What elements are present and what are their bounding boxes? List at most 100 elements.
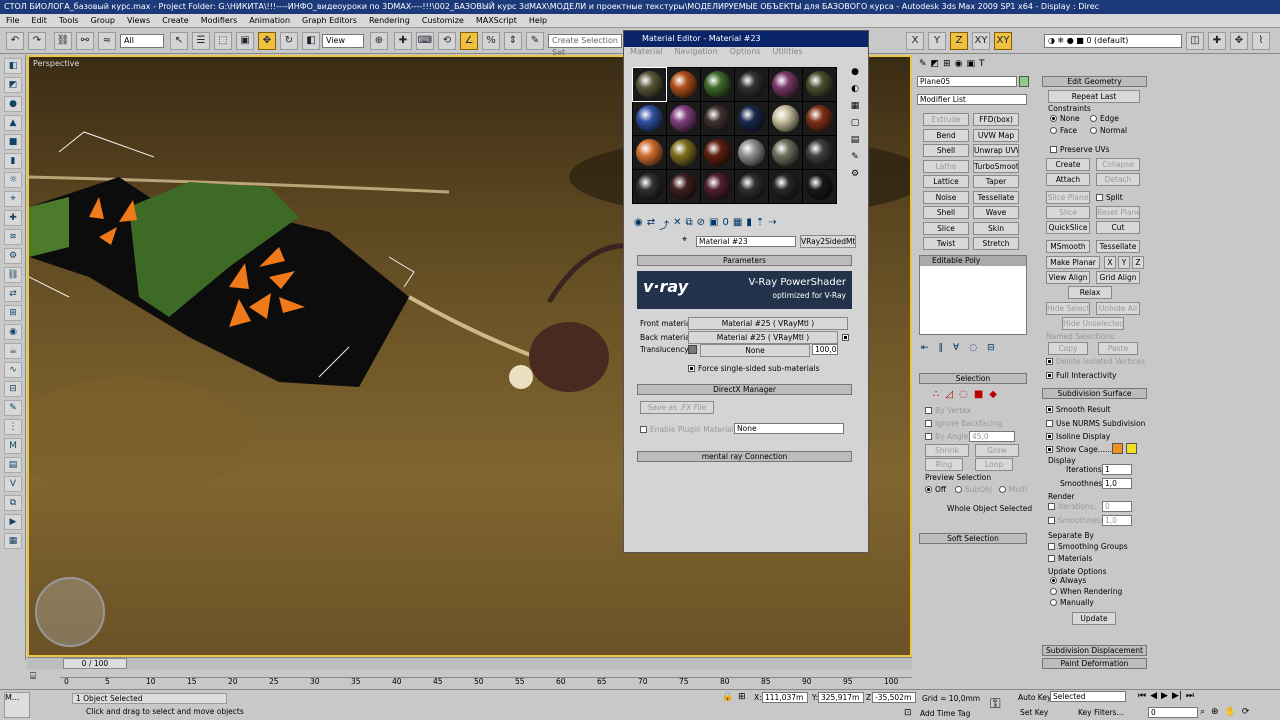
lock-icon[interactable]: 🔒	[722, 692, 733, 702]
paint-icon[interactable]: ✎	[4, 400, 22, 416]
zoom-all-icon[interactable]: ⊕	[1211, 707, 1219, 717]
system-icon[interactable]: ⚙	[4, 248, 22, 264]
sample-slot[interactable]	[803, 136, 836, 169]
pivot-center-icon[interactable]: ⊕	[370, 32, 388, 50]
object-color-swatch[interactable]	[1019, 76, 1029, 87]
key-mode-dropdown[interactable]: Selected	[1050, 691, 1126, 702]
unlink-icon[interactable]: ⚯	[76, 32, 94, 50]
set-key-button[interactable]: Set Key	[1020, 708, 1048, 717]
camera-icon[interactable]: ⌖	[4, 191, 22, 207]
translucency-map-button[interactable]: None	[700, 344, 810, 357]
modifier-button-turbosmooth[interactable]: TurboSmooth	[973, 159, 1019, 173]
cut-button[interactable]: Cut	[1096, 221, 1140, 234]
sample-slot[interactable]	[769, 68, 802, 101]
pick-icon[interactable]: ⌖	[682, 235, 687, 245]
assign-material-icon[interactable]: ⤴	[659, 217, 669, 233]
next-frame-icon[interactable]: ▶|	[1172, 691, 1182, 701]
directx-rollout[interactable]: DirectX Manager	[637, 384, 852, 395]
snapshot-icon[interactable]: ⧉	[4, 495, 22, 511]
ring-button[interactable]: Ring	[925, 458, 963, 471]
options-icon[interactable]: ⚙	[848, 169, 862, 183]
box-icon[interactable]: ■	[4, 134, 22, 150]
constraint-normal-radio[interactable]: Normal	[1100, 126, 1127, 135]
modify-tab-icon[interactable]: ◩	[931, 59, 940, 73]
shrink-button[interactable]: Shrink	[925, 444, 969, 457]
modifier-button-lattice[interactable]: Lattice	[923, 175, 969, 188]
full-interactivity-checkbox[interactable]: Full Interactivity	[1056, 371, 1116, 380]
select-by-name-icon[interactable]: ☰	[192, 32, 210, 50]
vray-icon[interactable]: V	[4, 476, 22, 492]
material-name-field[interactable]: Material #23	[696, 236, 796, 247]
axis-plane-button[interactable]: XY	[994, 32, 1012, 50]
modifier-button-tessellate[interactable]: Tessellate	[973, 190, 1019, 204]
modifier-button-noise[interactable]: Noise	[923, 190, 969, 204]
menu-help[interactable]: Help	[523, 14, 553, 27]
redo-icon[interactable]: ↷	[28, 32, 46, 50]
msmooth-button[interactable]: MSmooth	[1046, 240, 1090, 253]
grow-button[interactable]: Grow	[975, 444, 1019, 457]
utilities-tab-icon[interactable]: T	[979, 59, 985, 73]
pan-icon[interactable]: ✋	[1225, 707, 1236, 717]
angle-snap-icon[interactable]: ∠	[460, 32, 478, 50]
tessellate-button[interactable]: Tessellate	[1096, 240, 1140, 253]
sample-slot[interactable]	[667, 170, 700, 203]
curve-icon[interactable]: ∿	[4, 362, 22, 378]
modifier-button-shell[interactable]: Shell	[923, 206, 969, 219]
modify-icon[interactable]: ◩	[4, 77, 22, 93]
modifier-button-bend[interactable]: Bend	[923, 128, 969, 142]
loop-button[interactable]: Loop	[975, 458, 1013, 471]
z-coordinate-field[interactable]: -35,502m	[872, 692, 916, 703]
menu-views[interactable]: Views	[121, 14, 156, 27]
sample-slot[interactable]	[667, 102, 700, 135]
enable-plugin-checkbox[interactable]: Enable Plugin Material	[640, 425, 734, 434]
sample-slot[interactable]	[803, 68, 836, 101]
uv-tiling-icon[interactable]: ▢	[848, 118, 862, 132]
sample-type-icon[interactable]: ●	[848, 67, 862, 81]
smoothness-field[interactable]: 1,0	[1102, 478, 1132, 489]
show-end-icon[interactable]: ▮	[746, 217, 752, 233]
vertex-icon[interactable]: ∴	[933, 389, 939, 400]
auto-key-button[interactable]: Auto Key	[1018, 693, 1051, 702]
reference-coord-dropdown[interactable]: View	[322, 34, 364, 48]
modifier-button-twist[interactable]: Twist	[923, 237, 969, 250]
prev-frame-icon[interactable]: ◀	[1150, 691, 1157, 701]
sample-slot[interactable]	[769, 102, 802, 135]
axis-xy-button[interactable]: XY	[972, 32, 990, 50]
unhide-all-button[interactable]: Unhide All	[1096, 302, 1140, 315]
scale-icon[interactable]: ◧	[302, 32, 320, 50]
parameters-rollout[interactable]: Parameters	[637, 255, 852, 266]
element-icon[interactable]: ◆	[989, 389, 997, 400]
paste-button[interactable]: Paste	[1098, 342, 1138, 355]
hide-unselected-button[interactable]: Hide Unselected	[1062, 317, 1124, 330]
mat-menu-material[interactable]: Material	[630, 47, 663, 59]
link-icon[interactable]: ⛓	[54, 32, 72, 50]
get-material-icon[interactable]: ◉	[634, 217, 643, 233]
constraint-none-radio[interactable]: None	[1060, 114, 1080, 123]
time-slider[interactable]: 0 / 100	[27, 657, 912, 669]
material-type-button[interactable]: VRay2SidedMtl	[800, 235, 856, 248]
planar-z-button[interactable]: Z	[1132, 256, 1144, 269]
by-angle-field[interactable]: 45,0	[969, 431, 1015, 442]
stack-item[interactable]: Editable Poly	[920, 256, 1026, 266]
axis-y-button[interactable]: Y	[928, 32, 946, 50]
materials-checkbox[interactable]: Materials	[1058, 554, 1092, 563]
mental-ray-rollout[interactable]: mental ray Connection	[637, 451, 852, 462]
play-icon[interactable]: ▶	[1161, 691, 1168, 701]
layer-manager-icon[interactable]: ◫	[1186, 32, 1204, 50]
subdivision-surface-rollout[interactable]: Subdivision Surface	[1042, 388, 1147, 399]
front-material-button[interactable]: Material #25 ( VRayMtl )	[688, 317, 848, 330]
object-name-field[interactable]: Plane05	[917, 76, 1017, 87]
layer-dropdown[interactable]: ◑ ❄ ● ■ 0 (default)	[1044, 34, 1182, 48]
reset-plane-button[interactable]: Reset Plane	[1096, 206, 1140, 219]
sample-slot[interactable]	[633, 102, 666, 135]
modifier-button-wave[interactable]: Wave	[973, 206, 1019, 219]
spinner-snap-icon[interactable]: ⇕	[504, 32, 522, 50]
modifier-button-slice[interactable]: Slice	[923, 221, 969, 235]
save-fx-button[interactable]: Save as .FX File	[640, 401, 714, 414]
isoline-display-checkbox[interactable]: Isoline Display	[1056, 432, 1110, 441]
link-tool-icon[interactable]: ⛓	[4, 267, 22, 283]
ignore-backfacing-label[interactable]: Ignore Backfacing	[935, 419, 1002, 428]
menu-edit[interactable]: Edit	[25, 14, 53, 27]
detach-button[interactable]: Detach	[1096, 173, 1140, 186]
constraint-face-radio[interactable]: Face	[1060, 126, 1077, 135]
